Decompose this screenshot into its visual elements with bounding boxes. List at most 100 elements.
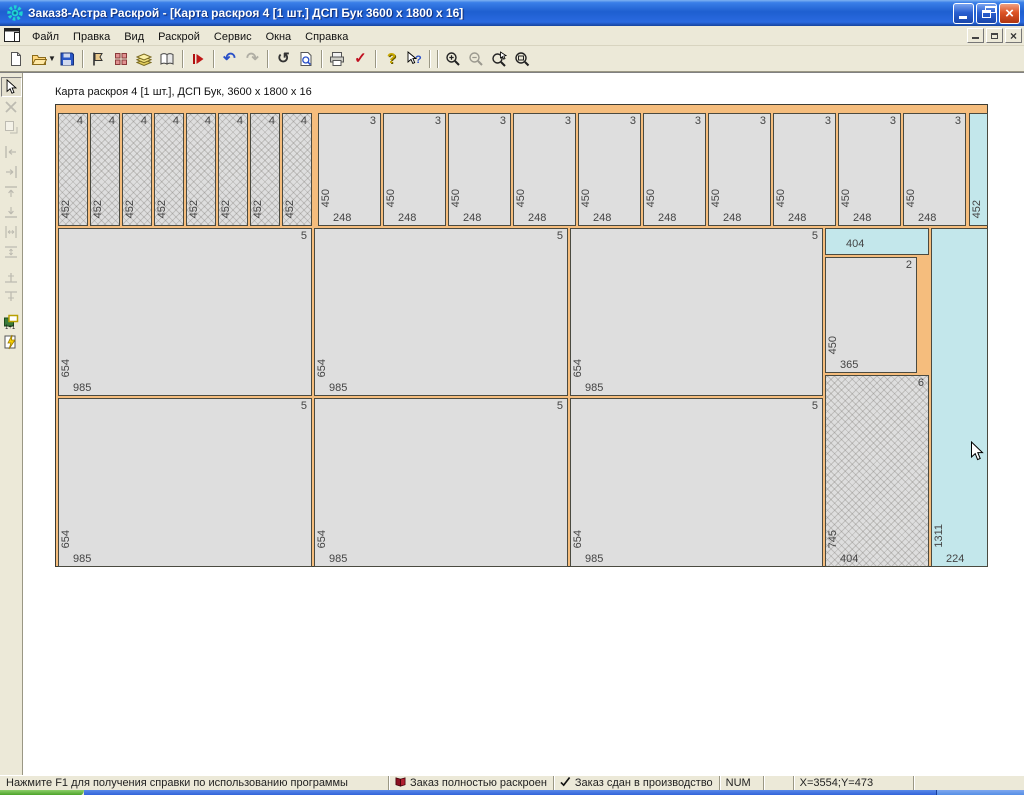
menu-item[interactable]: Сервис bbox=[207, 29, 259, 46]
menu-item[interactable]: Справка bbox=[298, 29, 355, 46]
cut-part[interactable]: 4452 bbox=[186, 113, 216, 226]
help-button[interactable]: ? bbox=[380, 48, 403, 70]
part-number-label: 5 bbox=[301, 400, 307, 412]
taskbar-sliver bbox=[0, 790, 1024, 795]
align-bottom-button bbox=[1, 202, 22, 222]
context-help-button[interactable]: ? bbox=[403, 48, 426, 70]
height-dimension-label: 654 bbox=[60, 359, 72, 377]
window-title: Заказ8-Астра Раскрой - [Карта раскроя 4 … bbox=[28, 6, 953, 20]
cut-part[interactable]: 4452 bbox=[122, 113, 152, 226]
width-dimension-label: 985 bbox=[329, 382, 347, 394]
cut-part[interactable]: 3450248 bbox=[708, 113, 771, 226]
cut-part[interactable]: 3450248 bbox=[578, 113, 641, 226]
accept-order-button[interactable]: ✓ bbox=[349, 48, 372, 70]
cut-part[interactable]: 3450248 bbox=[448, 113, 511, 226]
cutting-sheet[interactable]: 4452445244524452445244524452445234502483… bbox=[55, 104, 988, 567]
save-button[interactable] bbox=[56, 48, 79, 70]
undo-icon: ↶ bbox=[223, 51, 236, 66]
zoom-window-button[interactable] bbox=[488, 48, 511, 70]
cut-part[interactable]: 4452 bbox=[282, 113, 312, 226]
context-help-icon: ? bbox=[406, 51, 422, 67]
cut-part[interactable]: 5654985 bbox=[314, 228, 568, 396]
width-dimension-label: 985 bbox=[585, 553, 603, 565]
mdi-minimize-button[interactable] bbox=[967, 28, 984, 43]
cutting-maps-button[interactable] bbox=[133, 48, 156, 70]
select-tool-button[interactable] bbox=[1, 77, 22, 97]
width-dimension-label: 248 bbox=[593, 212, 611, 224]
show-map-one-to-one-button[interactable]: 1+1 bbox=[1, 312, 22, 332]
cut-part[interactable]: 4452 bbox=[154, 113, 184, 226]
cut-part[interactable]: 4 452 bbox=[90, 113, 120, 226]
zoom-in-button[interactable] bbox=[442, 48, 465, 70]
menu-item[interactable]: Правка bbox=[66, 29, 117, 46]
drawing-canvas[interactable]: Карта раскроя 4 [1 шт.], ДСП Бук, 3600 x… bbox=[23, 73, 1024, 775]
menu-item[interactable]: Вид bbox=[117, 29, 151, 46]
part-number-label: 3 bbox=[695, 115, 701, 127]
cut-part[interactable]: 3450248 bbox=[903, 113, 966, 226]
minimize-button[interactable] bbox=[953, 3, 974, 24]
width-dimension-label: 985 bbox=[585, 382, 603, 394]
cut-part[interactable]: 4452 bbox=[218, 113, 248, 226]
offcut-piece[interactable]: 1311224 bbox=[931, 228, 988, 567]
restore-button[interactable] bbox=[976, 3, 997, 24]
mdi-close-button[interactable]: × bbox=[1005, 28, 1022, 43]
cut-part[interactable]: 5654985 bbox=[314, 398, 568, 567]
cut-part[interactable]: 4452 bbox=[250, 113, 280, 226]
cut-part[interactable]: 3450248 bbox=[318, 113, 381, 226]
height-dimension-label: 450 bbox=[710, 189, 722, 207]
print-preview-button[interactable] bbox=[295, 48, 318, 70]
cut-part[interactable]: 3450248 bbox=[513, 113, 576, 226]
recalculate-button[interactable]: ↺ bbox=[272, 48, 295, 70]
sheet-materials-button[interactable] bbox=[87, 48, 110, 70]
cut-part[interactable]: 5654985 bbox=[58, 398, 312, 567]
new-document-icon bbox=[8, 51, 24, 67]
side-toolbar: 1+1 bbox=[0, 73, 23, 775]
order-book-button[interactable] bbox=[156, 48, 179, 70]
svg-text:?: ? bbox=[415, 54, 422, 66]
cut-part[interactable]: 2450365 bbox=[825, 257, 917, 373]
height-dimension-label: 452 bbox=[252, 200, 264, 218]
new-document-button[interactable] bbox=[4, 48, 27, 70]
cut-part[interactable]: 5654985 bbox=[570, 228, 823, 396]
parts-list-button[interactable] bbox=[110, 48, 133, 70]
height-dimension-label: 654 bbox=[60, 530, 72, 548]
cut-part[interactable]: 3450248 bbox=[643, 113, 706, 226]
cut-part[interactable]: 6745404 bbox=[825, 375, 929, 567]
zoom-all-button[interactable] bbox=[511, 48, 534, 70]
start-button-fragment[interactable] bbox=[0, 790, 84, 795]
offcut-piece[interactable]: 404 bbox=[825, 228, 929, 255]
height-dimension-label: 654 bbox=[572, 530, 584, 548]
cut-part[interactable]: 3450248 bbox=[838, 113, 901, 226]
part-number-label: 3 bbox=[565, 115, 571, 127]
height-dimension-label: 452 bbox=[92, 200, 104, 218]
menu-item[interactable]: Раскрой bbox=[151, 29, 207, 46]
offcut-piece[interactable]: 452 bbox=[969, 113, 988, 226]
part-number-label: 4 bbox=[173, 115, 179, 127]
cut-part[interactable]: 3450248 bbox=[383, 113, 446, 226]
toolbar-separator bbox=[429, 50, 431, 68]
cut-part[interactable]: 4452 bbox=[58, 113, 88, 226]
part-number-label: 6 bbox=[918, 377, 924, 389]
cut-part[interactable]: 5654985 bbox=[570, 398, 823, 567]
print-button[interactable] bbox=[326, 48, 349, 70]
order-cut-label: Заказ полностью раскроен bbox=[410, 777, 547, 789]
part-number-label: 4 bbox=[109, 115, 115, 127]
order-cut-book-icon bbox=[395, 776, 406, 790]
cut-part[interactable]: 5654985 bbox=[58, 228, 312, 396]
zoom-out-icon bbox=[468, 51, 484, 67]
auto-place-button[interactable] bbox=[1, 332, 22, 352]
print-icon bbox=[329, 51, 345, 67]
menu-item[interactable]: Файл bbox=[25, 29, 66, 46]
cut-part[interactable]: 3450248 bbox=[773, 113, 836, 226]
width-dimension-label: 248 bbox=[398, 212, 416, 224]
open-dropdown-arrow-icon[interactable]: ▼ bbox=[48, 54, 56, 63]
document-window-icon[interactable] bbox=[4, 28, 21, 43]
undo-button[interactable]: ↶ bbox=[218, 48, 241, 70]
width-dimension-label: 248 bbox=[853, 212, 871, 224]
close-button[interactable]: × bbox=[999, 3, 1020, 24]
run-cutting-button[interactable] bbox=[187, 48, 210, 70]
open-order-button[interactable] bbox=[27, 48, 50, 70]
mdi-restore-button[interactable] bbox=[986, 28, 1003, 43]
height-dimension-label: 450 bbox=[645, 189, 657, 207]
menu-item[interactable]: Окна bbox=[259, 29, 299, 46]
